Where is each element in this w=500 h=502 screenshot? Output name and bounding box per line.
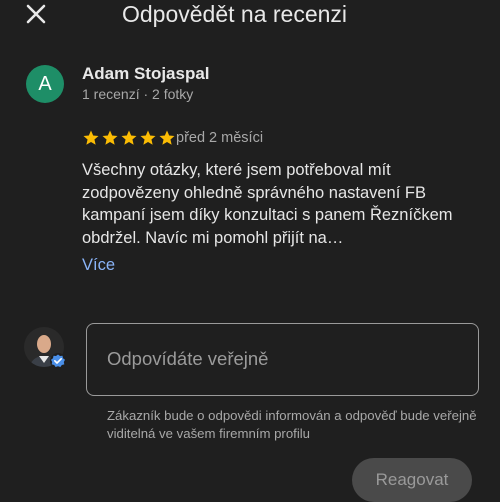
review-date: před 2 měsíci [176, 130, 264, 146]
reply-submit-button[interactable]: Reagovat [352, 458, 472, 502]
page-title: Odpovědět na recenzi [122, 1, 348, 27]
reply-input[interactable] [107, 348, 457, 370]
reviewer-avatar[interactable]: A [26, 65, 64, 103]
reply-notice: Zákazník bude o odpovědi informován a od… [107, 408, 477, 441]
rating-stars [82, 129, 176, 147]
review-text: Všechny otázky, které jsem potřeboval mí… [82, 161, 453, 247]
star-icon [83, 130, 99, 145]
star-icon [159, 130, 175, 145]
owner-photo-verified-icon [24, 327, 66, 369]
close-icon[interactable] [24, 2, 48, 26]
star-icon [121, 130, 137, 145]
reply-field-container[interactable] [86, 323, 479, 396]
star-icon [102, 130, 118, 145]
top-bar: Odpovědět na recenzi [0, 0, 500, 30]
reviewer-name[interactable]: Adam Stojaspal [82, 64, 210, 84]
more-link[interactable]: Více [82, 256, 115, 275]
star-icon [140, 130, 156, 145]
reviewer-meta: 1 recenzí · 2 fotky [82, 86, 194, 102]
